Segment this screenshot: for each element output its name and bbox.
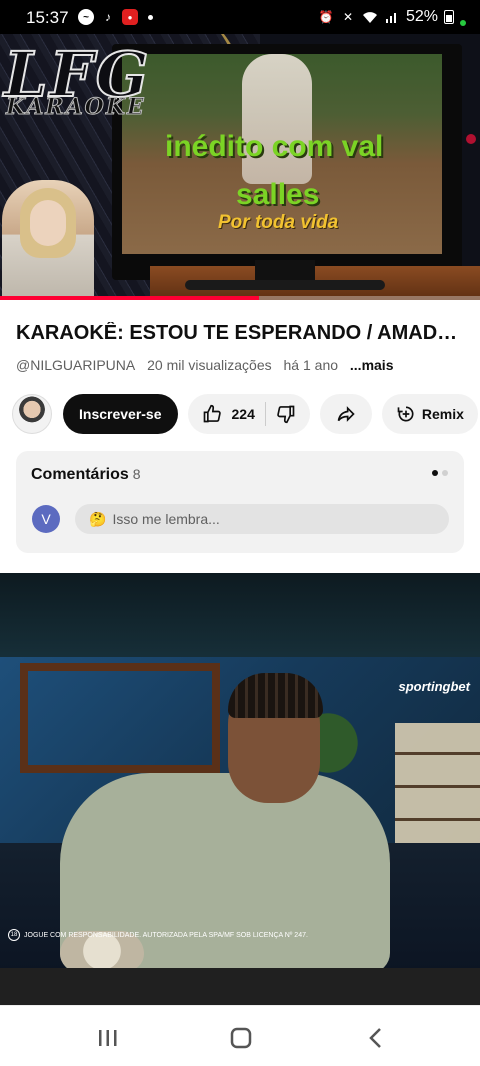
ad-brand-logo: sportingbet [398, 679, 471, 694]
like-count: 224 [231, 406, 255, 422]
like-dislike-group: 224 [187, 394, 310, 434]
privacy-indicator-icon [460, 20, 466, 26]
home-icon [230, 1027, 252, 1049]
home-button[interactable] [221, 1020, 261, 1056]
ad-wall [0, 573, 480, 663]
singer-photo [2, 180, 94, 300]
remix-icon [396, 404, 416, 424]
messenger-icon: ~ [78, 9, 94, 25]
video-player[interactable]: LFG KARAOKE inédito com val salles Por t… [0, 34, 480, 300]
carousel-dots [432, 470, 448, 476]
ad-disclaimer-text: JOGUE COM RESPONSABILIDADE. AUTORIZADA P… [24, 931, 308, 939]
like-icon[interactable] [202, 404, 222, 424]
upload-age: há 1 ano [283, 357, 339, 373]
comments-card[interactable]: Comentários 8 V 🤔 Isso me lembra... [16, 451, 464, 553]
age-18-icon: 18 [8, 929, 20, 941]
system-icons: ⏰ ✕ 52% [318, 8, 466, 26]
comment-input[interactable]: 🤔 Isso me lembra... [75, 504, 449, 534]
wifi-icon [362, 9, 378, 25]
share-icon [336, 404, 356, 424]
ad-window-frame [20, 663, 220, 773]
remix-button[interactable]: Remix [381, 394, 478, 434]
back-button[interactable] [356, 1020, 396, 1056]
thinking-emoji-icon: 🤔 [89, 510, 107, 527]
video-meta[interactable]: @NILGUARIPUNA 20 mil visualizações há 1 … [16, 357, 402, 373]
battery-percent: 52% [405, 8, 438, 25]
battery-icon [444, 10, 454, 24]
ad-disclaimer: 18 JOGUE COM RESPONSABILIDADE. AUTORIZAD… [8, 929, 308, 941]
ad-video[interactable]: sportingbet 18 JOGUE COM RESPONSABILIDAD… [0, 573, 480, 1005]
ad-bottom-bar [0, 968, 480, 1005]
view-count: 20 mil visualizações [147, 357, 272, 373]
alarm-icon: ⏰ [318, 10, 334, 24]
comments-count: 8 [132, 466, 141, 482]
action-row: Inscrever-se 224 Remix [12, 393, 480, 435]
user-avatar: V [32, 505, 60, 533]
karaoke-logo-sub: KARAOKE [6, 94, 146, 121]
channel-avatar[interactable] [12, 394, 52, 434]
remix-label: Remix [421, 406, 464, 422]
comments-title: Comentários [31, 466, 129, 483]
subscribe-button[interactable]: Inscrever-se [63, 394, 178, 434]
status-bar: 15:37 ~ ♪ ● ⏰ ✕ 52% [0, 0, 480, 34]
signal-icon [384, 9, 400, 25]
share-button[interactable] [319, 394, 372, 434]
tv-base [185, 280, 385, 290]
recents-button[interactable] [88, 1020, 128, 1056]
system-navigation-bar [0, 1005, 480, 1066]
channel-handle: @NILGUARIPUNA [16, 357, 136, 373]
comments-header: Comentários 8 [31, 466, 141, 484]
lyric-line-3: Por toda vida [218, 212, 339, 233]
recents-icon [99, 1030, 117, 1046]
mute-icon: ✕ [342, 10, 353, 24]
like-divider [264, 402, 266, 426]
notification-icons: ~ ♪ ● [78, 9, 153, 25]
video-title[interactable]: KARAOKÊ: ESTOU TE ESPERANDO / AMADO ... [16, 322, 472, 345]
more-link[interactable]: ...mais [350, 357, 394, 373]
dislike-icon[interactable] [276, 404, 296, 424]
lyric-line-2: salles [236, 178, 320, 211]
tv-stand [255, 260, 315, 282]
status-time: 15:37 [26, 8, 69, 27]
video-progress-bar[interactable] [0, 296, 480, 300]
dot-icon [148, 14, 153, 20]
cnn-icon: ● [122, 9, 138, 25]
progress-fill [0, 296, 260, 300]
back-icon [369, 1028, 381, 1048]
recording-dot [466, 134, 476, 144]
tiktok-icon: ♪ [105, 10, 111, 24]
comment-placeholder: Isso me lembra... [112, 511, 220, 527]
lyric-line-1: inédito com val [165, 130, 384, 163]
